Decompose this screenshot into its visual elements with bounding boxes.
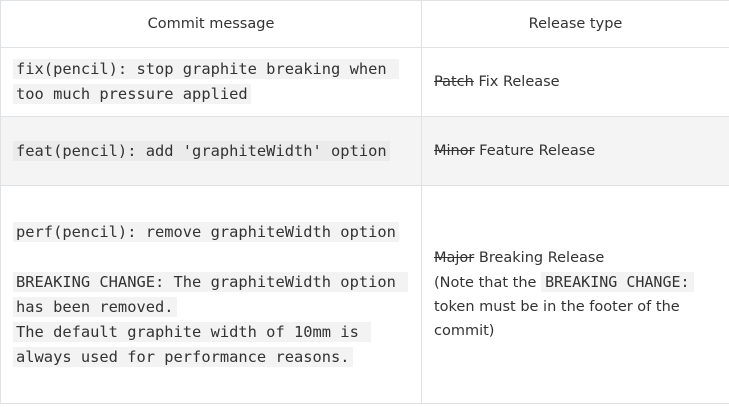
breaking-change-footer: BREAKING CHANGE: The graphiteWidth optio… (13, 271, 409, 317)
commit-message-code: fix(pencil): stop graphite breaking when… (13, 59, 399, 104)
release-struck-label: Major (434, 250, 475, 266)
table-row: feat(pencil): add 'graphiteWidth' option… (0, 116, 729, 186)
commit-message-cell: perf(pencil): remove graphiteWidth optio… (0, 185, 422, 404)
release-label: Breaking Release (478, 250, 605, 266)
note-suffix: token must be in the footer of the commi… (434, 299, 680, 339)
note-prefix: (Note that the (434, 275, 537, 291)
commit-message-cell: fix(pencil): stop graphite breaking when… (0, 47, 422, 117)
commit-release-table: Commit message Release type fix(pencil):… (0, 0, 729, 404)
release-struck-label: Patch (434, 74, 474, 90)
commit-message-cell: feat(pencil): add 'graphiteWidth' option (0, 116, 422, 186)
release-type-cell: Patch Fix Release (421, 47, 729, 117)
release-struck-label: Minor (434, 143, 475, 159)
table-header-row: Commit message Release type (0, 0, 729, 48)
table-row: perf(pencil): remove graphiteWidth optio… (0, 185, 729, 404)
commit-message-code: feat(pencil): add 'graphiteWidth' option (13, 140, 390, 161)
header-release-type: Release type (421, 0, 729, 48)
release-type-cell: Major Breaking Release (Note that the BR… (421, 185, 729, 404)
table-row: fix(pencil): stop graphite breaking when… (0, 47, 729, 117)
header-commit-message: Commit message (0, 0, 422, 48)
release-note: (Note that the BREAKING CHANGE: token mu… (434, 270, 717, 343)
release-type-cell: Minor Feature Release (421, 116, 729, 186)
note-token-code: BREAKING CHANGE: (541, 272, 694, 292)
commit-message-code: perf(pencil): remove graphiteWidth optio… (13, 221, 399, 242)
breaking-change-detail: The default graphite width of 10mm is al… (13, 321, 372, 367)
release-label: Fix Release (478, 74, 560, 90)
release-label: Feature Release (479, 143, 596, 159)
